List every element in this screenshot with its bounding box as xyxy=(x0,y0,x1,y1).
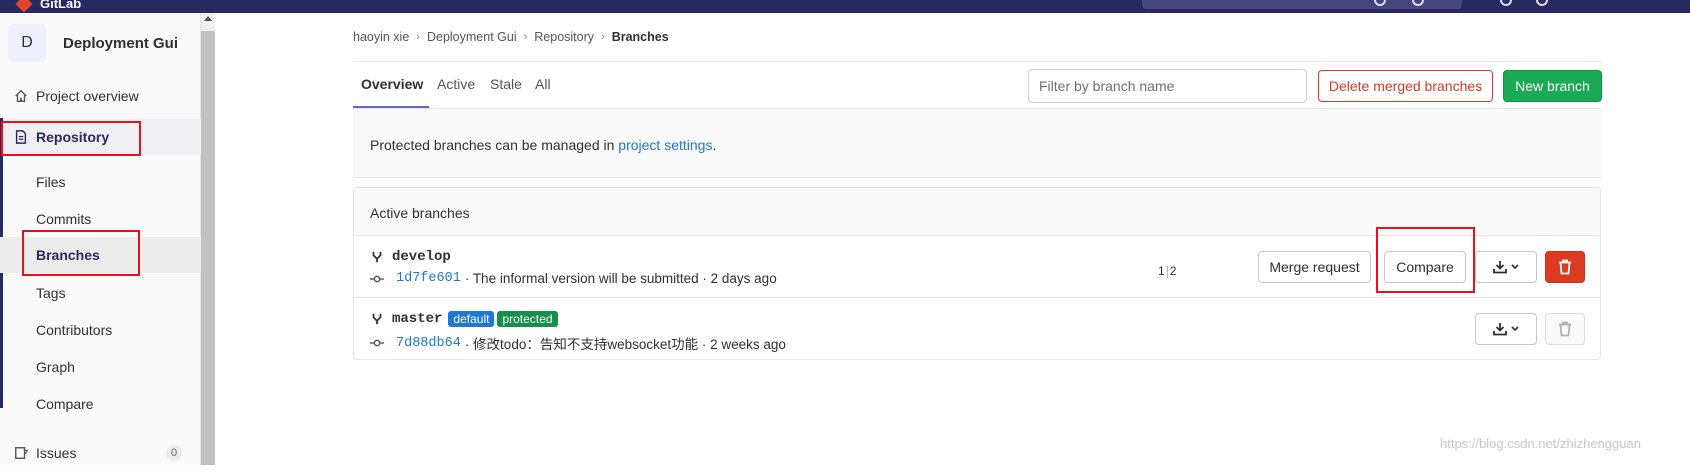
commit-sha-link[interactable]: 7d88db64 xyxy=(396,336,461,351)
trash-icon xyxy=(1559,321,1571,337)
sidebar-item-issues[interactable]: Issues 0 xyxy=(0,435,201,471)
sidebar-subitem-label: Graph xyxy=(36,359,75,375)
branch-name-text[interactable]: master xyxy=(392,311,442,327)
project-avatar: D xyxy=(8,24,46,62)
chevron-right-icon: › xyxy=(523,31,528,43)
issues-count-badge: 0 xyxy=(166,445,182,461)
sidebar-subitem-compare[interactable]: Compare xyxy=(0,386,201,422)
notice-text-suffix: . xyxy=(712,137,717,153)
tab-all[interactable]: All xyxy=(535,76,551,92)
sidebar-subitem-label: Contributors xyxy=(36,322,113,338)
issues-icon xyxy=(15,447,28,459)
scroll-up-arrow-icon[interactable] xyxy=(204,16,212,21)
sidebar-subitem-tags[interactable]: Tags xyxy=(0,275,201,311)
panel-header: Active branches xyxy=(354,188,1600,236)
divergence-graph[interactable]: 12 xyxy=(1158,264,1176,278)
top-navbar: GitLab xyxy=(0,0,1690,13)
sidebar-subitem-branches[interactable]: Branches xyxy=(0,237,201,273)
project-name: Deployment Gui xyxy=(63,34,179,52)
delete-merged-branches-button[interactable]: Delete merged branches xyxy=(1318,70,1493,102)
branch-filter-input[interactable] xyxy=(1028,69,1307,103)
download-dropdown-button[interactable] xyxy=(1475,251,1537,283)
branch-name-text[interactable]: develop xyxy=(392,249,451,265)
commit-sha-link[interactable]: 1d7fe601 xyxy=(396,271,461,286)
commit-icon xyxy=(370,275,384,282)
sidebar-item-repository[interactable]: Repository xyxy=(0,119,201,155)
active-tab-underline xyxy=(353,106,429,108)
notice-text: Protected branches can be managed in pro… xyxy=(370,137,716,153)
sidebar-subitem-label: Branches xyxy=(36,247,100,263)
notice-text-prefix: Protected branches can be managed in xyxy=(370,137,619,153)
sidebar-subitem-graph[interactable]: Graph xyxy=(0,349,201,385)
sidebar-subitem-commits[interactable]: Commits xyxy=(0,201,201,237)
sidebar-subitem-label: Files xyxy=(36,174,66,190)
project-header[interactable]: D Deployment Gui xyxy=(8,24,178,62)
branch-name[interactable]: develop xyxy=(370,249,451,265)
protected-branches-notice: Protected branches can be managed in pro… xyxy=(353,109,1601,178)
commit-message: · The informal version will be submitted… xyxy=(464,271,777,286)
doc-icon xyxy=(15,130,27,144)
branch-row: develop 1d7fe601 · The informal version … xyxy=(354,236,1600,298)
sidebar-subitem-label: Tags xyxy=(36,285,66,301)
breadcrumb-item-repository[interactable]: Repository xyxy=(534,30,594,44)
sidebar-item-label: Repository xyxy=(36,129,110,145)
delete-branch-button-disabled xyxy=(1545,313,1585,345)
user-avatar-icon[interactable] xyxy=(1536,0,1548,6)
sidebar-item-label: Issues xyxy=(36,445,77,461)
tab-overview[interactable]: Overview xyxy=(361,76,423,92)
breadcrumb: haoyin xie › Deployment Gui › Repository… xyxy=(353,30,669,44)
tab-stale[interactable]: Stale xyxy=(490,76,522,92)
breadcrumb-item-user[interactable]: haoyin xie xyxy=(353,30,409,44)
watermark-text: https://blog.csdn.net/zhizhengguan xyxy=(1440,436,1641,451)
commit-icon xyxy=(370,339,384,347)
trash-icon xyxy=(1559,259,1571,275)
active-branches-panel: Active branches develop 1d7fe601 · The i… xyxy=(353,187,1601,360)
compare-button[interactable]: Compare xyxy=(1384,251,1466,283)
delete-branch-button[interactable] xyxy=(1545,251,1585,283)
brand-name[interactable]: GitLab xyxy=(40,0,81,11)
branch-icon xyxy=(372,251,382,263)
protected-badge: protected xyxy=(497,311,558,327)
sidebar-item-project-overview[interactable]: Project overview xyxy=(0,78,201,114)
tab-active[interactable]: Active xyxy=(437,76,475,92)
home-icon xyxy=(15,89,27,102)
chevron-right-icon: › xyxy=(416,31,420,43)
sidebar-scrollbar[interactable] xyxy=(201,13,215,465)
gitlab-logo-icon[interactable] xyxy=(15,0,33,13)
commit-info: 7d88db64 · 修改todo：告知不支持websocket功能 · 2 w… xyxy=(370,333,786,353)
new-branch-button[interactable]: New branch xyxy=(1503,70,1602,102)
download-icon xyxy=(1493,323,1519,336)
branch-icon xyxy=(372,313,382,325)
panel-title: Active branches xyxy=(370,205,470,221)
sidebar-item-label: Project overview xyxy=(36,88,139,104)
commit-info: 1d7fe601 · The informal version will be … xyxy=(370,271,777,286)
ahead-count: 2 xyxy=(1169,264,1177,278)
default-badge: default xyxy=(448,311,495,327)
branch-name[interactable]: master default protected xyxy=(370,311,558,327)
sidebar-subitem-files[interactable]: Files xyxy=(0,164,201,200)
sidebar-subitem-label: Commits xyxy=(36,211,92,227)
download-dropdown-button[interactable] xyxy=(1475,313,1537,345)
sidebar-subitem-label: Compare xyxy=(36,396,94,412)
merge-request-button[interactable]: Merge request xyxy=(1258,251,1371,283)
breadcrumb-item-project[interactable]: Deployment Gui xyxy=(427,30,517,44)
project-settings-link[interactable]: project settings xyxy=(618,137,712,153)
breadcrumb-item-branches[interactable]: Branches xyxy=(612,30,669,44)
help-icon[interactable] xyxy=(1500,0,1512,6)
behind-count: 1 xyxy=(1158,264,1165,278)
commit-message: · 修改todo：告知不支持websocket功能 · 2 weeks ago xyxy=(464,337,786,352)
chevron-right-icon: › xyxy=(601,31,605,43)
divergence-separator xyxy=(1166,265,1168,278)
branch-row: master default protected 7d88db64 · 修改to… xyxy=(354,298,1600,360)
download-icon xyxy=(1493,261,1519,274)
sidebar-subitem-contributors[interactable]: Contributors xyxy=(0,312,201,348)
